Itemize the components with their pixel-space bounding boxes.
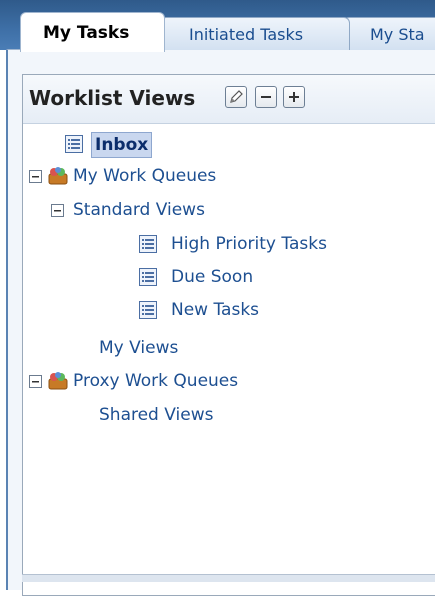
add-icon xyxy=(289,92,299,102)
work-queue-icon xyxy=(47,166,69,186)
collapse-button[interactable] xyxy=(255,86,277,108)
tree-item-label[interactable]: Standard Views xyxy=(73,197,205,223)
edit-button[interactable] xyxy=(225,86,247,108)
list-view-icon xyxy=(139,268,157,286)
work-queue-icon xyxy=(47,371,69,391)
tab-initiated-tasks[interactable]: Initiated Tasks xyxy=(160,17,350,50)
tab-my-tasks[interactable]: My Tasks xyxy=(20,12,165,52)
tree-item-label[interactable]: Due Soon xyxy=(171,264,253,290)
tab-my-status[interactable]: My Sta xyxy=(343,17,435,50)
tree-item-label[interactable]: High Priority Tasks xyxy=(171,231,327,257)
tree-item-label[interactable]: Proxy Work Queues xyxy=(73,368,238,394)
collapse-node-icon[interactable] xyxy=(29,375,42,388)
panel-header: Worklist Views xyxy=(23,75,435,124)
list-view-icon xyxy=(139,235,157,253)
panel-title: Worklist Views xyxy=(29,86,196,110)
tree-item-label[interactable]: Shared Views xyxy=(99,402,213,428)
edit-icon xyxy=(230,90,243,103)
tree-item-label[interactable]: My Work Queues xyxy=(73,163,216,189)
add-button[interactable] xyxy=(283,86,305,108)
tree-item-label[interactable]: Inbox xyxy=(91,132,153,158)
collapse-node-icon[interactable] xyxy=(29,170,42,183)
tree-item-label[interactable]: New Tasks xyxy=(171,297,259,323)
worklist-views-panel: Worklist Views Inbox My Work Queues Stan… xyxy=(22,74,435,596)
list-view-icon xyxy=(139,301,157,319)
tree-item-label[interactable]: My Views xyxy=(99,335,178,361)
list-view-icon xyxy=(65,135,83,153)
collapse-icon xyxy=(261,96,271,98)
collapse-node-icon[interactable] xyxy=(51,204,64,217)
